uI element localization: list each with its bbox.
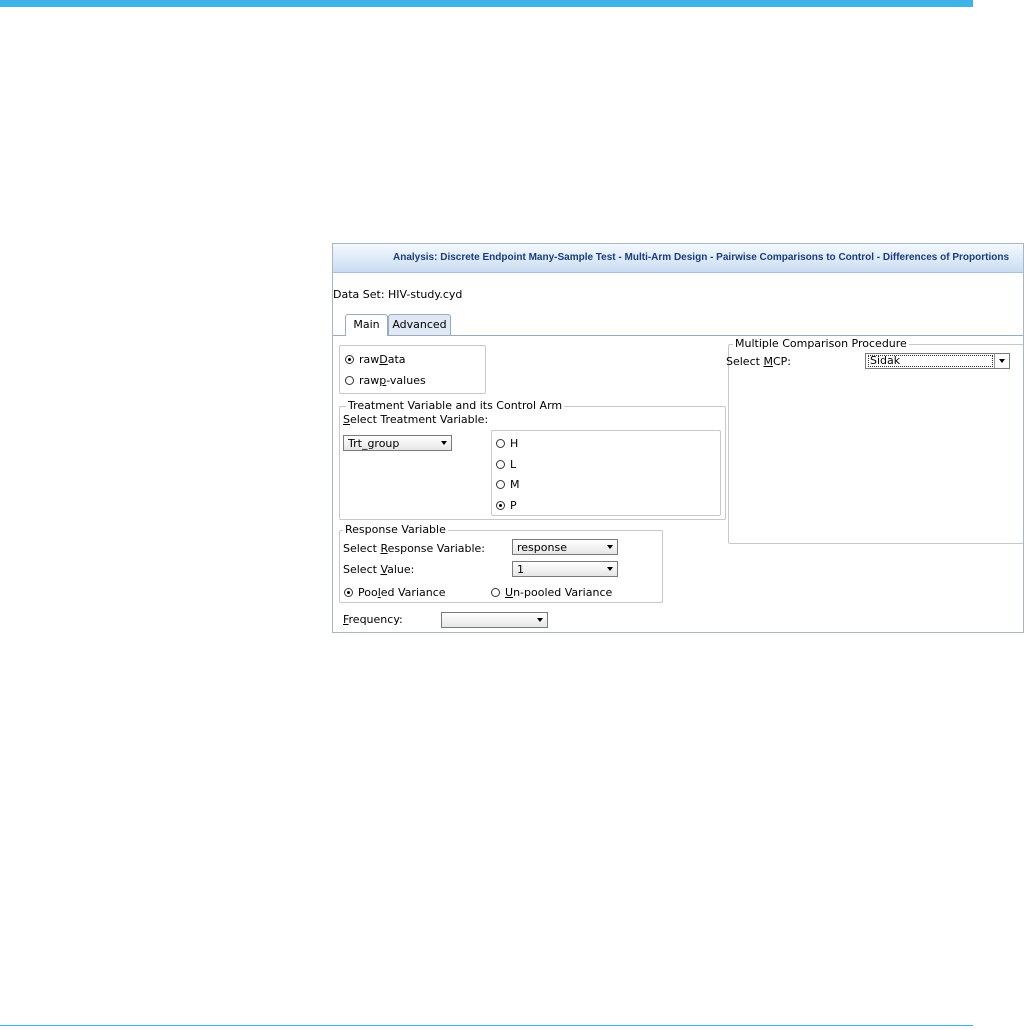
response-group: Response Variable Select Response Variab… xyxy=(339,523,663,603)
chevron-down-icon xyxy=(537,618,543,622)
tab-advanced[interactable]: Advanced xyxy=(388,314,451,335)
arm-radio-l[interactable]: L xyxy=(496,458,516,471)
select-treatment-label: Select Treatment Variable: xyxy=(343,413,489,426)
treatment-legend: Treatment Variable and its Control Arm xyxy=(346,399,565,412)
radio-indicator xyxy=(496,480,505,489)
frequency-select[interactable] xyxy=(441,612,548,628)
dialog-titlebar: Analysis: Discrete Endpoint Many-Sample … xyxy=(333,244,1023,273)
radio-indicator xyxy=(496,501,505,510)
radio-indicator xyxy=(344,588,353,597)
radio-indicator xyxy=(496,460,505,469)
mcp-legend: Multiple Comparison Procedure xyxy=(733,337,909,350)
unpooled-variance-radio[interactable]: Un-pooled Variance xyxy=(491,586,612,599)
tab-divider xyxy=(333,335,1023,336)
dropdown-separator xyxy=(994,354,995,368)
select-value-label: Select Value: xyxy=(343,563,415,576)
pooled-variance-radio[interactable]: Poo l ed Variance xyxy=(344,586,446,599)
radio-indicator xyxy=(491,588,500,597)
select-response-label: Select Response Variable: xyxy=(343,542,486,555)
mcp-select[interactable]: Sidak xyxy=(865,353,1010,369)
arm-radio-m[interactable]: M xyxy=(496,478,520,491)
mcp-group: Multiple Comparison Procedure Select MCP… xyxy=(726,337,1023,544)
dataset-label: Data Set: HIV-study.cyd xyxy=(333,288,463,301)
response-legend: Response Variable xyxy=(343,523,448,536)
bottom-accent-line xyxy=(0,1025,973,1026)
chevron-down-icon xyxy=(999,359,1005,363)
frequency-label: Frequency: xyxy=(343,613,403,626)
chevron-down-icon xyxy=(607,545,613,549)
raw-data-radio[interactable]: raw Data xyxy=(345,353,406,366)
response-value-select[interactable]: 1 xyxy=(512,561,618,577)
treatment-variable-select[interactable]: Trt_group xyxy=(343,435,452,451)
radio-indicator xyxy=(496,439,505,448)
arm-radio-h[interactable]: H xyxy=(496,437,518,450)
control-arm-list: H L M P xyxy=(491,430,721,516)
arm-radio-p[interactable]: P xyxy=(496,499,517,512)
raw-p-values-radio[interactable]: raw p -values xyxy=(345,374,426,387)
analysis-dialog: Analysis: Discrete Endpoint Many-Sample … xyxy=(332,243,1024,633)
select-mcp-label: Select MCP: xyxy=(726,355,791,368)
dialog-title: Analysis: Discrete Endpoint Many-Sample … xyxy=(392,252,1009,263)
radio-indicator xyxy=(345,376,354,385)
radio-indicator xyxy=(345,355,354,364)
input-type-group: raw Data raw p -values xyxy=(339,345,486,394)
chevron-down-icon xyxy=(441,441,447,445)
top-accent-bar xyxy=(0,0,973,7)
treatment-group: Treatment Variable and its Control Arm S… xyxy=(339,399,726,520)
chevron-down-icon xyxy=(607,567,613,571)
tab-main[interactable]: Main xyxy=(345,314,388,336)
response-variable-select[interactable]: response xyxy=(512,539,618,555)
